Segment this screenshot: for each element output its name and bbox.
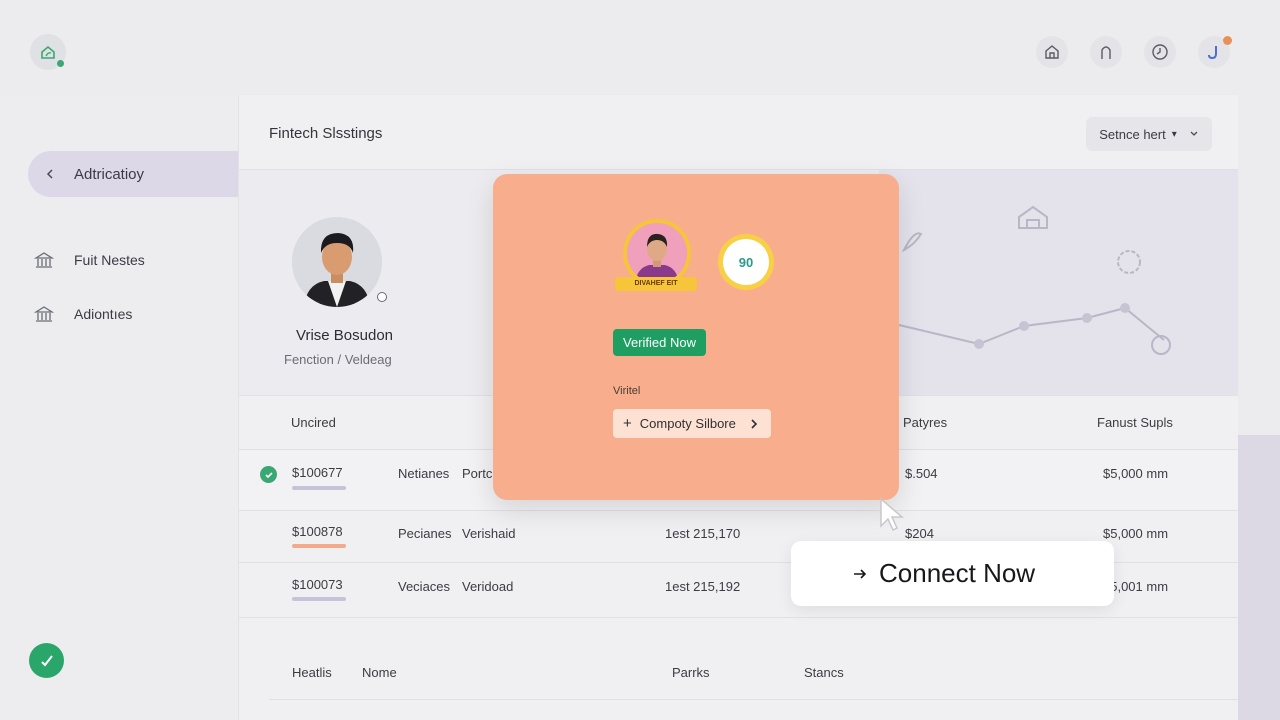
row-id: $100878 [292,524,343,539]
chevron-left-icon [46,169,53,179]
chevron-right-icon [751,418,758,429]
row-amount: $.504 [905,466,938,481]
person-avatar-icon [292,217,382,307]
home-icon [1045,45,1059,59]
column-header[interactable]: Heatlis [292,665,332,680]
profile-button[interactable] [1198,36,1232,68]
home-leaf-icon [41,45,55,59]
online-dot [57,60,64,67]
row-type: Veciaces [398,579,451,594]
confirm-fab[interactable] [29,643,64,678]
check-icon [264,471,273,478]
column-header[interactable]: Parrks [672,665,710,680]
home-button[interactable] [1036,36,1068,68]
clock-button[interactable] [1144,36,1176,68]
row-bar [292,544,346,548]
certificate-badge: 90 [718,234,774,290]
profile-role: Fenction / Veldeag [284,352,392,367]
badge-text: 90 [723,239,769,285]
avatar [292,217,382,307]
gear-dollar-icon [1117,250,1141,274]
row-id: $100073 [292,577,343,592]
badge-ribbon: DIVAHEF EIT [615,277,697,291]
chevron-down-icon [1190,131,1198,136]
column-header[interactable]: Uncired [291,415,336,430]
row-type: Pecianes [398,526,452,541]
sidebar-item-label: Fuit Nestes [74,252,145,268]
sidebar: Adtricatioy Fuit Nestes Adiontıes [0,95,238,720]
row-status: Veridoad [462,579,514,594]
page-title: Fintech Slsstings [269,125,383,142]
connect-now-button[interactable]: Connect Now [791,541,1114,606]
row-amount: $204 [905,526,934,541]
sort-select[interactable]: Setnce hert ▾ [1086,117,1212,151]
company-label: Compoty Silbore [639,416,736,431]
app-logo[interactable] [30,34,66,70]
column-header[interactable]: Nome [362,665,397,680]
row-total: $5,000 mm [1103,466,1169,481]
select-value: Setnce hert [1099,126,1166,142]
row-bar [292,486,346,490]
chart-point [1120,303,1130,313]
column-header[interactable]: Stancs [804,665,844,680]
row-status: Portc [462,466,493,481]
sidebar-item-2[interactable]: Adiontıes [34,304,132,324]
chart-point [974,339,984,349]
column-header[interactable]: Fanust Supls [1097,415,1173,430]
divider [269,699,1239,700]
scrollbar[interactable] [1238,435,1280,720]
sidebar-item-active[interactable]: Adtricatioy [28,151,238,197]
status-indicator [377,292,387,302]
chevron-down-icon: ▾ [1171,128,1177,140]
row-date: 1est 215,192 [665,579,741,594]
row-check[interactable] [260,466,277,483]
row-total: $5,000 mm [1103,526,1169,541]
sidebar-item-1[interactable]: Fuit Nestes [34,250,145,270]
row-date: 1est 215,170 [665,526,741,541]
sidebar-item-label: Adiontıes [74,306,133,322]
bank-icon [34,252,54,268]
profile-name: Vrise Bosudon [296,327,394,344]
row-id: $100677 [292,465,343,480]
chart-lines [898,205,1171,355]
activity-chart [879,170,1239,395]
divider [239,617,1239,618]
verified-now-button[interactable]: Verified Now [613,329,706,356]
house-outline-icon [1018,205,1048,229]
arch-icon [1101,46,1111,59]
verification-modal: DIVAHEF EIT 90 Verified Now Viritel + Co… [493,174,899,500]
check-icon [40,654,53,667]
arch-button[interactable] [1090,36,1122,68]
person-avatar-icon [627,223,687,283]
row-status: Verishaid [462,526,516,541]
column-header[interactable]: Patyres [903,415,947,430]
chart-point [1082,313,1092,323]
row-bar [292,597,346,601]
mouse-cursor-icon [880,497,905,532]
clock-icon [1152,44,1168,60]
top-bar [0,0,1280,95]
bank-icon [34,306,54,322]
chart-point [1019,321,1029,331]
profile-icon [1208,46,1217,60]
sidebar-item-label: Adtricatioy [74,165,145,183]
arrow-right-icon [854,568,867,579]
badge-avatar [627,223,687,283]
rocket-icon [901,232,923,253]
row-type: Netianes [398,466,450,481]
company-button[interactable]: + Compoty Silbore [613,409,771,438]
connect-label: Connect Now [879,558,1036,588]
notification-badge [1223,36,1232,45]
section-label: Viritel [613,385,641,397]
plus-icon: + [623,415,632,432]
